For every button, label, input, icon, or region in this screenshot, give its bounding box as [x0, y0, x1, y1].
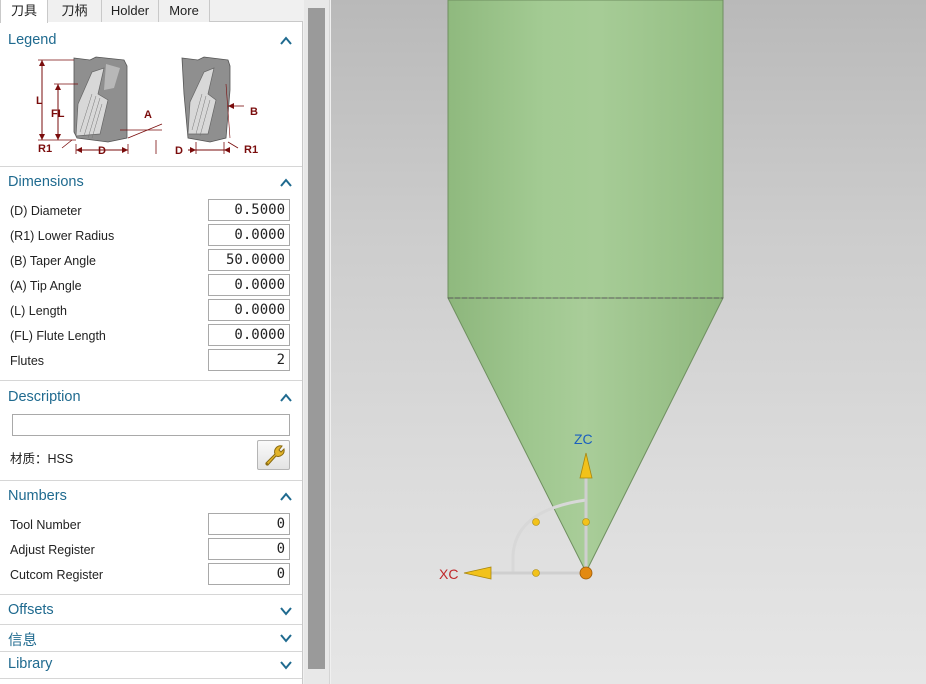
- legend-label-r1-left: R1: [38, 143, 52, 155]
- x-axis-label: XC: [439, 566, 458, 582]
- flute-length-field[interactable]: 0.0000: [208, 324, 290, 346]
- chevron-up-icon: [280, 178, 292, 187]
- numbers-title: Numbers: [8, 488, 67, 504]
- legend-label-b: B: [250, 106, 258, 118]
- info-section-header[interactable]: 信息: [0, 625, 302, 651]
- legend-label-d-right: D: [175, 145, 183, 157]
- library-section-header[interactable]: Library: [0, 652, 302, 678]
- chevron-up-icon: [280, 492, 292, 501]
- divider: [0, 166, 302, 167]
- description-section-header[interactable]: Description: [0, 385, 302, 411]
- tab-bar: 刀具 刀柄 Holder More: [0, 0, 303, 23]
- tab-more[interactable]: More: [159, 0, 210, 22]
- taper-angle-label: (B) Taper Angle: [10, 254, 96, 268]
- description-input[interactable]: [12, 414, 290, 436]
- chevron-up-icon: [280, 36, 292, 45]
- tool-number-label: Tool Number: [10, 518, 81, 532]
- flutes-field[interactable]: 2: [208, 349, 290, 371]
- legend-title: Legend: [8, 32, 57, 48]
- rotation-handle[interactable]: [532, 518, 540, 526]
- legend-label-r1-right: R1: [244, 144, 258, 156]
- legend-label-d-left: D: [98, 145, 106, 157]
- offsets-section-header[interactable]: Offsets: [0, 598, 302, 624]
- dimensions-title: Dimensions: [8, 174, 84, 190]
- library-title: Library: [8, 656, 53, 672]
- tab-shank[interactable]: 刀柄: [48, 0, 102, 22]
- diameter-label: (D) Diameter: [10, 204, 82, 218]
- chevron-down-icon: [280, 634, 292, 643]
- legend-label-fl: FL: [51, 108, 65, 120]
- adjust-register-label: Adjust Register: [10, 543, 95, 557]
- cutcom-register-label: Cutcom Register: [10, 568, 104, 582]
- cutcom-register-field[interactable]: 0: [208, 563, 290, 585]
- wrench-icon: [265, 445, 285, 466]
- numbers-section-header[interactable]: Numbers: [0, 484, 302, 510]
- flute-length-label: (FL) Flute Length: [10, 329, 106, 343]
- chevron-down-icon: [280, 607, 292, 616]
- info-title: 信息: [8, 633, 37, 649]
- tool-parameters-panel: 刀具 刀柄 Holder More Legend L FL R1 D A B D…: [0, 0, 303, 684]
- legend-label-a: A: [144, 109, 152, 121]
- dimensions-section-header[interactable]: Dimensions: [0, 170, 302, 196]
- x-axis-arrow[interactable]: [463, 566, 492, 580]
- legend-label-l: L: [36, 95, 43, 107]
- z-handle[interactable]: [582, 518, 590, 526]
- offsets-title: Offsets: [8, 602, 54, 618]
- tab-holder[interactable]: Holder: [102, 0, 159, 22]
- x-handle[interactable]: [532, 569, 540, 577]
- divider: [0, 678, 302, 679]
- length-label: (L) Length: [10, 304, 67, 318]
- taper-angle-field[interactable]: 50.0000: [208, 249, 290, 271]
- lower-radius-field[interactable]: 0.0000: [208, 224, 290, 246]
- length-field[interactable]: 0.0000: [208, 299, 290, 321]
- adjust-register-field[interactable]: 0: [208, 538, 290, 560]
- lower-radius-label: (R1) Lower Radius: [10, 229, 115, 243]
- chevron-down-icon: [280, 661, 292, 670]
- material-label: 材质：HSS: [10, 452, 74, 466]
- tip-angle-label: (A) Tip Angle: [10, 279, 82, 293]
- tool-preview-canvas: ZC XC: [439, 0, 724, 582]
- tip-angle-field[interactable]: 0.0000: [208, 274, 290, 296]
- legend-section-header[interactable]: Legend: [0, 28, 302, 54]
- divider: [0, 480, 302, 481]
- divider: [0, 380, 302, 381]
- z-axis-label: ZC: [574, 431, 593, 447]
- diameter-field[interactable]: 0.5000: [208, 199, 290, 221]
- graphics-viewport[interactable]: ZC XC: [331, 0, 926, 684]
- tab-tool[interactable]: 刀具: [0, 0, 48, 23]
- material-select-button[interactable]: [257, 440, 290, 470]
- tool-legend-diagram: L FL R1 D A B D R1: [36, 56, 258, 157]
- divider: [0, 594, 302, 595]
- scrollbar-thumb[interactable]: [308, 8, 325, 669]
- chevron-up-icon: [280, 393, 292, 402]
- tool-number-field[interactable]: 0: [208, 513, 290, 535]
- description-title: Description: [8, 389, 81, 405]
- origin-handle[interactable]: [579, 566, 593, 580]
- flutes-label: Flutes: [10, 354, 45, 368]
- tool-shank-body[interactable]: [447, 0, 724, 299]
